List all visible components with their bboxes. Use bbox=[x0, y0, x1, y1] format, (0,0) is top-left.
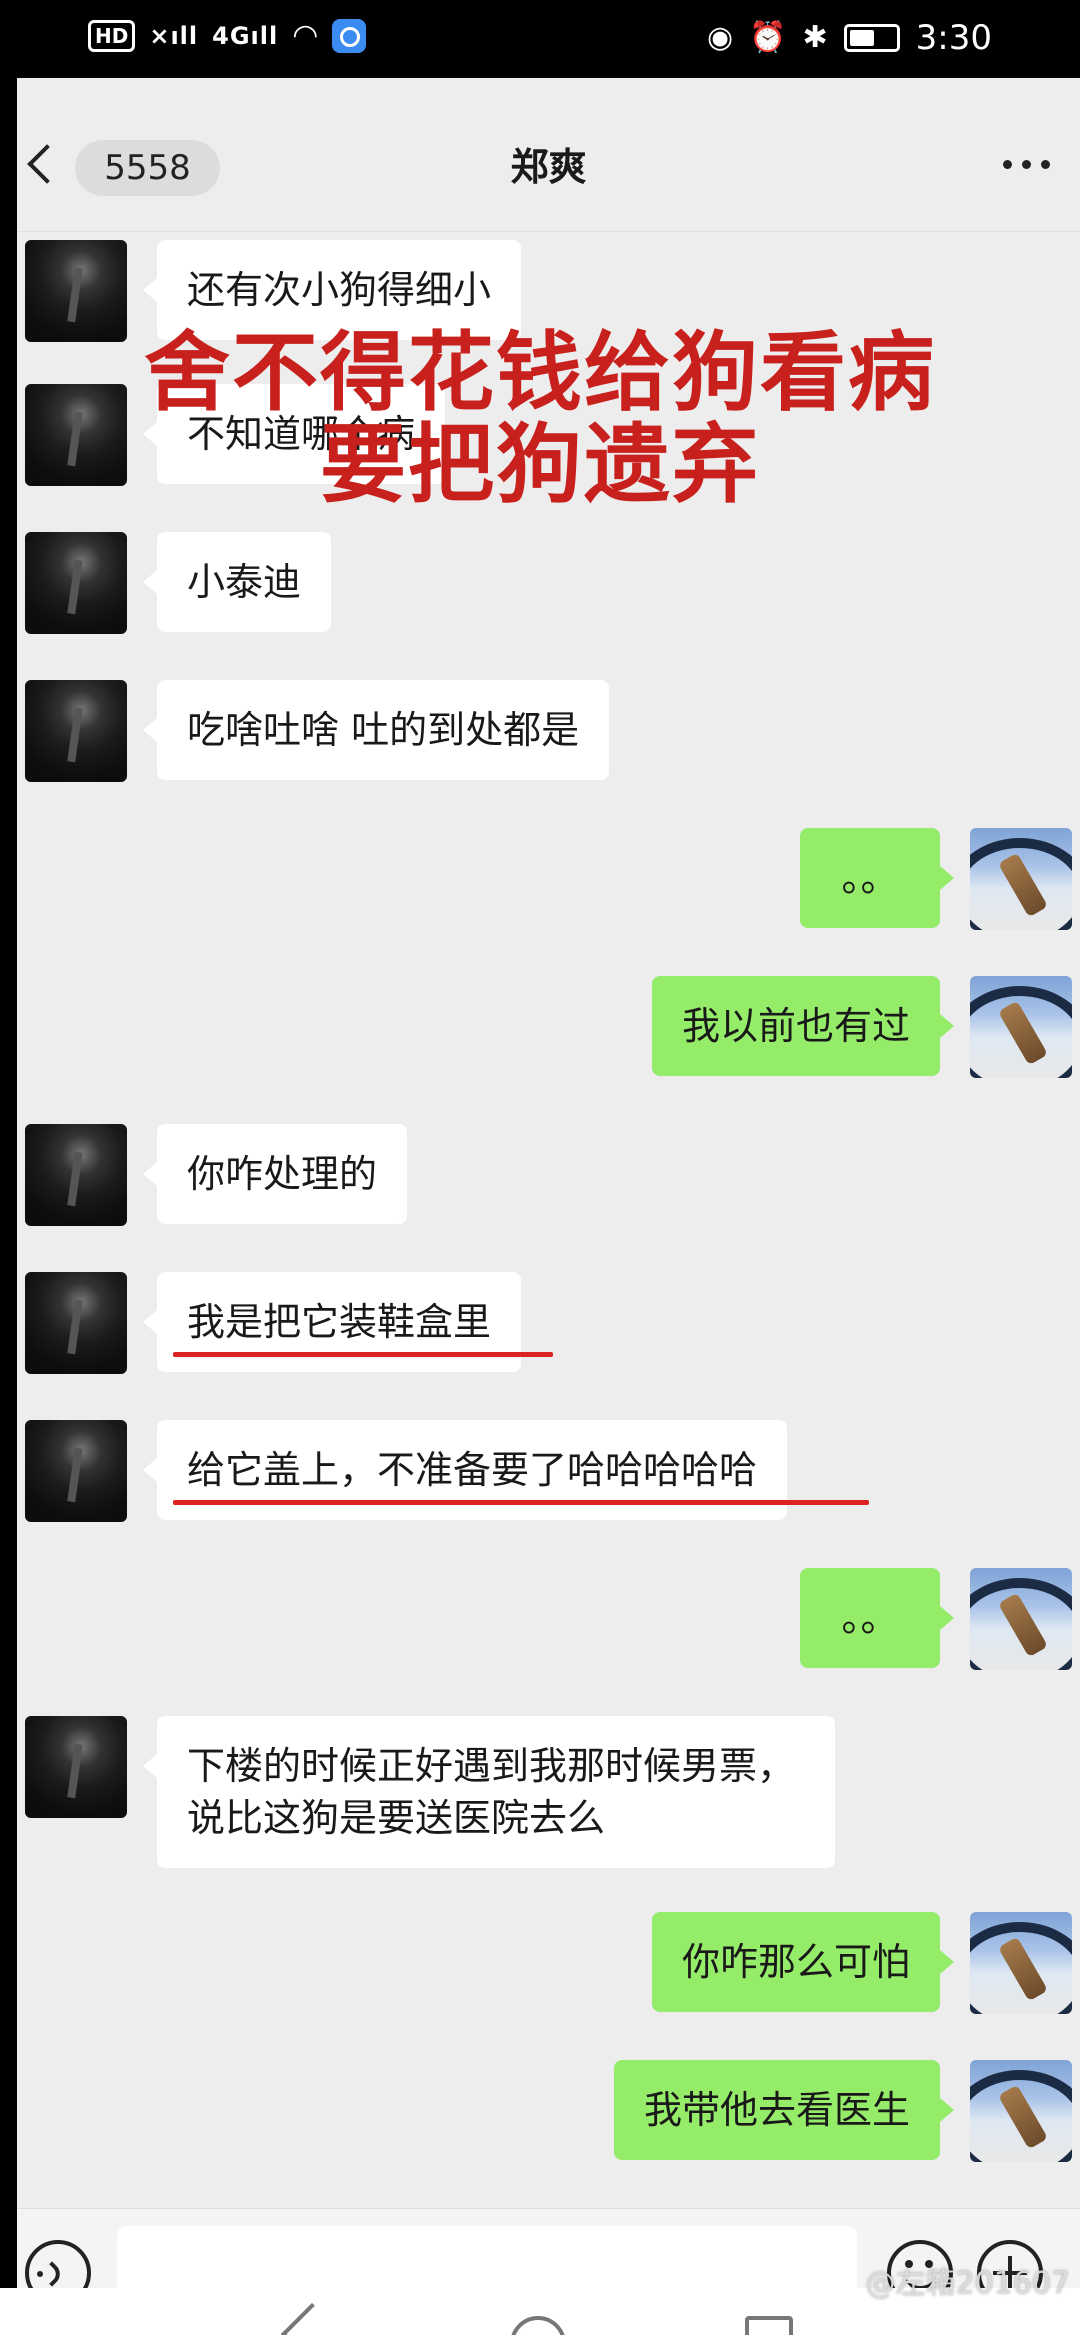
battery-icon bbox=[843, 24, 900, 52]
my-avatar[interactable] bbox=[970, 1568, 1072, 1670]
message-bubble[interactable]: 我以前也有过 bbox=[651, 976, 955, 1076]
my-avatar[interactable] bbox=[970, 976, 1072, 1078]
red-underline bbox=[173, 1352, 553, 1357]
message-bubble[interactable]: 我是把它装鞋盒里 bbox=[142, 1272, 522, 1372]
chat-title: 郑爽 bbox=[510, 145, 587, 189]
watermark: @左箱201607 bbox=[865, 2266, 1070, 2301]
red-underline bbox=[173, 1500, 869, 1505]
message-bubble[interactable]: 我带他去看医生 bbox=[613, 2060, 955, 2160]
contact-avatar[interactable] bbox=[25, 1420, 127, 1522]
system-home-icon[interactable] bbox=[510, 2316, 566, 2335]
status-left: HD ×ıll 4Gıll ◠ bbox=[88, 18, 367, 54]
message-bubble[interactable]: 给它盖上，不准备要了哈哈哈哈哈 bbox=[142, 1420, 788, 1520]
chat-header: 5558 郑爽 bbox=[17, 78, 1080, 232]
contact-avatar[interactable] bbox=[25, 1124, 127, 1226]
system-recents-icon[interactable] bbox=[745, 2316, 793, 2335]
message-bubble[interactable]: 下楼的时候正好遇到我那时候男票，说比这狗是要送医院去么 bbox=[143, 1716, 835, 1868]
overlay-caption-line-1: 舍不得花钱给狗看病 bbox=[144, 323, 936, 423]
alarm-icon: ⏰ bbox=[749, 20, 787, 55]
status-right: ◉ ⏰ ✱ 3:30 bbox=[707, 18, 992, 58]
my-avatar[interactable] bbox=[970, 828, 1072, 930]
message-list[interactable]: 还有次小狗得细小 不知道哪个病 小泰迪 吃啥吐啥 吐的到处都是 。。 我以前也有… bbox=[17, 232, 1080, 2210]
more-icon[interactable] bbox=[1003, 160, 1050, 169]
app-icon bbox=[332, 19, 367, 53]
contact-avatar[interactable] bbox=[25, 680, 127, 782]
bluetooth-icon: ✱ bbox=[802, 20, 828, 55]
signal-4g-icon: 4Gıll bbox=[212, 22, 279, 50]
hd-icon: HD bbox=[88, 20, 136, 52]
eye-icon: ◉ bbox=[706, 20, 734, 55]
message-bubble[interactable]: 。。 bbox=[800, 1568, 954, 1668]
message-bubble[interactable]: 吃啥吐啥 吐的到处都是 bbox=[142, 680, 610, 780]
overlay-caption-line-2: 要把狗遗弃 bbox=[320, 415, 760, 515]
my-avatar[interactable] bbox=[970, 1912, 1072, 2014]
battery-level bbox=[849, 30, 874, 46]
signal-icon: ×ıll bbox=[149, 22, 199, 50]
wifi-icon: ◠ bbox=[292, 18, 319, 53]
status-bar: HD ×ıll 4Gıll ◠ ◉ ⏰ ✱ 3:30 bbox=[0, 0, 1080, 78]
message-bubble[interactable]: 你咋处理的 bbox=[142, 1124, 408, 1224]
contact-avatar[interactable] bbox=[25, 532, 127, 634]
system-back-icon[interactable] bbox=[280, 2302, 344, 2335]
message-bubble[interactable]: 。。 bbox=[800, 828, 954, 928]
status-time: 3:30 bbox=[915, 18, 992, 58]
contact-avatar[interactable] bbox=[25, 1272, 127, 1374]
contact-avatar[interactable] bbox=[25, 240, 127, 342]
my-avatar[interactable] bbox=[970, 2060, 1072, 2162]
message-bubble[interactable]: 小泰迪 bbox=[142, 532, 332, 632]
message-bubble[interactable]: 你咋那么可怕 bbox=[651, 1912, 955, 2012]
contact-avatar[interactable] bbox=[25, 1716, 127, 1818]
